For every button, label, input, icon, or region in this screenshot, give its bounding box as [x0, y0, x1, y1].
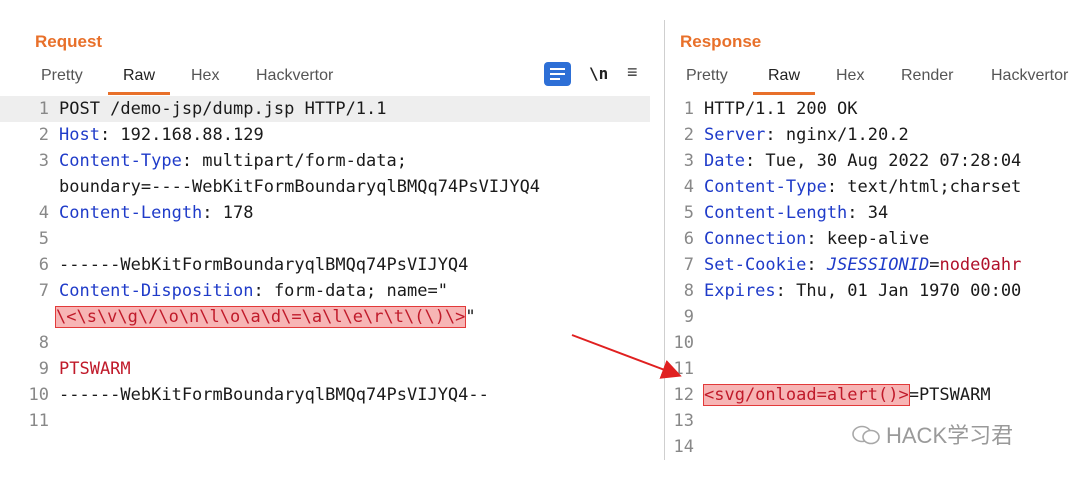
header-value: : text/html;charset	[826, 177, 1022, 197]
line-number: 5	[683, 203, 694, 223]
header-value: : Tue, 30 Aug 2022 07:28:04	[744, 151, 1022, 171]
line-number: 7	[683, 255, 694, 275]
line-number: 13	[673, 411, 694, 431]
tab-raw[interactable]: Raw	[752, 67, 816, 95]
line-number: 12	[673, 385, 694, 405]
line-number: 1	[38, 99, 49, 119]
request-pane: Request Pretty Raw Hex Hackvertor \n ≡ 1…	[0, 0, 664, 477]
line-number: 9	[683, 307, 694, 327]
tab-pretty[interactable]: Pretty	[41, 67, 83, 85]
line-number: 14	[673, 437, 694, 457]
closing-quote: "	[465, 307, 476, 327]
header-value: : Thu, 01 Jan 1970 00:00	[775, 281, 1022, 301]
line-number: 11	[673, 359, 694, 379]
header-value: : multipart/form-data;	[181, 151, 407, 171]
request-editor[interactable]: 1 POST /demo-jsp/dump.jsp HTTP/1.1 2 Host:…	[0, 95, 664, 459]
wrap-lines-icon	[544, 62, 571, 86]
header-key: Connection	[704, 229, 807, 249]
header-key: Host	[59, 125, 100, 145]
line-number: 10	[673, 333, 694, 353]
line-number: 2	[683, 125, 694, 145]
header-separator: :	[806, 255, 827, 275]
header-value: : nginx/1.20.2	[765, 125, 909, 145]
pane-divider[interactable]	[664, 20, 665, 460]
menu-icon[interactable]: ≡	[627, 62, 638, 83]
response-pane: Response Pretty Raw Hex Render Hackverto…	[666, 0, 1080, 477]
line-number: 7	[38, 281, 49, 301]
tab-hex[interactable]: Hex	[191, 67, 219, 85]
request-line: POST /demo-jsp/dump.jsp HTTP/1.1	[59, 99, 387, 119]
boundary-end-line: ------WebKitFormBoundaryqlBMQq74PsVIJYQ4…	[59, 385, 489, 405]
watermark-text: HACK学习君	[886, 423, 1014, 448]
line-number: 10	[28, 385, 49, 405]
response-title: Response	[680, 32, 762, 51]
tab-raw[interactable]: Raw	[107, 67, 171, 95]
response-tabs: Pretty Raw Hex Render Hackvertor	[666, 67, 1080, 95]
tab-hex[interactable]: Hex	[836, 67, 864, 85]
header-key: Content-Length	[704, 203, 848, 223]
header-key: Content-Disposition	[59, 281, 254, 301]
cookie-value: node0ahr	[939, 255, 1022, 275]
line-number: 4	[683, 177, 694, 197]
line-number: 6	[683, 229, 694, 249]
line-number: 3	[38, 151, 49, 171]
header-key: Server	[704, 125, 766, 145]
header-key: Date	[704, 151, 745, 171]
line-number: 9	[38, 359, 49, 379]
tab-hackvertor[interactable]: Hackvertor	[991, 67, 1068, 85]
wechat-icon	[852, 425, 880, 445]
reflected-payload-highlight: <svg/onload=alert()>	[703, 384, 910, 406]
header-key: Content-Type	[704, 177, 827, 197]
tab-hackvertor[interactable]: Hackvertor	[256, 67, 333, 85]
cookie-equals: =	[929, 255, 940, 275]
header-key: Set-Cookie	[704, 255, 807, 275]
line-number: 6	[38, 255, 49, 275]
line-number: 5	[38, 229, 49, 249]
header-value-continued: boundary=----WebKitFormBoundaryqlBMQq74P…	[59, 177, 541, 197]
body-value: PTSWARM	[59, 359, 131, 379]
header-value: : 34	[847, 203, 889, 223]
tab-pretty[interactable]: Pretty	[686, 67, 728, 85]
cookie-name: JSESSIONID	[826, 255, 930, 275]
boundary-line: ------WebKitFormBoundaryqlBMQq74PsVIJYQ4	[59, 255, 469, 275]
payload-highlight: \<\s\v\g\/\o\n\l\o\a\d\=\a\l\e\r\t\(\)\>	[54, 306, 467, 328]
response-editor[interactable]: 1 HTTP/1.1 200 OK 2 Server: nginx/1.20.2 3…	[666, 95, 1080, 459]
header-key: Content-Length	[59, 203, 203, 223]
line-number: 2	[38, 125, 49, 145]
tab-render[interactable]: Render	[901, 67, 953, 85]
header-key: Expires	[704, 281, 776, 301]
line-number: 8	[683, 281, 694, 301]
line-number: 1	[683, 99, 694, 119]
line-number: 4	[38, 203, 49, 223]
line-number: 11	[28, 411, 49, 431]
line-number: 8	[38, 333, 49, 353]
show-newlines-button[interactable]: \n	[589, 64, 608, 83]
request-title: Request	[35, 32, 103, 51]
header-value: : 192.168.88.129	[99, 125, 264, 145]
header-key: Content-Type	[59, 151, 182, 171]
status-line: HTTP/1.1 200 OK	[704, 99, 858, 119]
header-value: : keep-alive	[806, 229, 930, 249]
header-value: : 178	[202, 203, 254, 223]
header-value: : form-data; name="	[253, 281, 448, 301]
line-number: 3	[683, 151, 694, 171]
body-rest: =PTSWARM	[908, 385, 991, 405]
wrap-lines-button[interactable]	[544, 62, 571, 86]
